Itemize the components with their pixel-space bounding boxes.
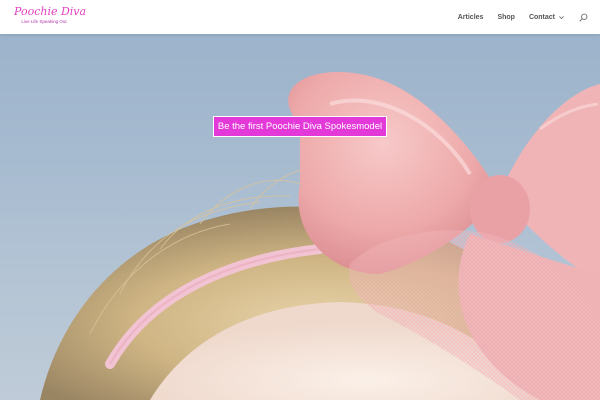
logo-title: Poochie Diva <box>14 5 87 18</box>
hero-image <box>40 72 600 400</box>
hero-banner: Be the first Poochie Diva Spokesmodel <box>0 34 600 400</box>
site-logo[interactable]: Poochie Diva Live Life Speaking Out <box>14 5 87 25</box>
spokesmodel-cta-button[interactable]: Be the first Poochie Diva Spokesmodel <box>213 116 387 137</box>
main-nav: Articles Shop Contact <box>458 0 588 34</box>
search-icon[interactable] <box>579 13 588 22</box>
nav-item-contact[interactable]: Contact <box>529 14 565 21</box>
site-header: Poochie Diva Live Life Speaking Out Arti… <box>0 0 600 34</box>
logo-tagline: Live Life Speaking Out <box>21 19 67 24</box>
nav-item-articles[interactable]: Articles <box>458 14 484 21</box>
chevron-down-icon <box>559 15 564 19</box>
nav-item-contact-label: Contact <box>528 13 555 21</box>
nav-item-shop[interactable]: Shop <box>497 14 515 21</box>
